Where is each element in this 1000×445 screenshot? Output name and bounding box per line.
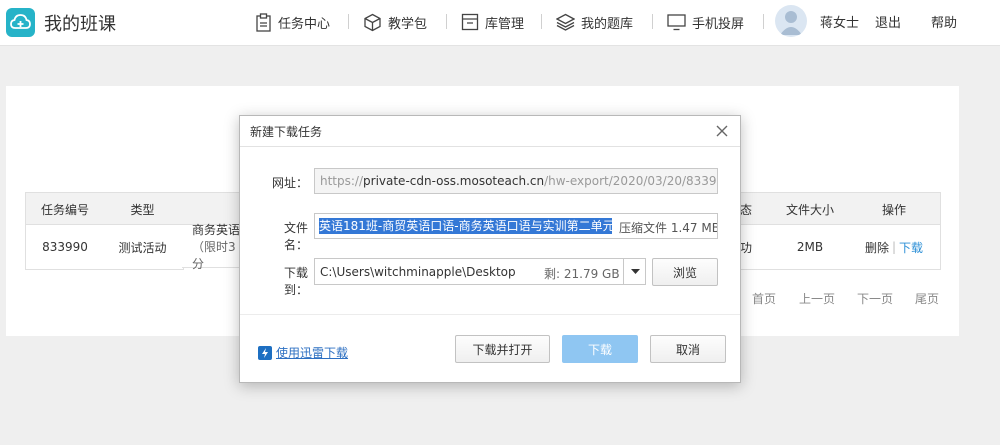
download-link[interactable]: 下载 xyxy=(899,239,923,256)
layers-icon xyxy=(556,13,575,31)
cloud-logo-icon[interactable] xyxy=(6,8,35,37)
col-header-actions: 操作 xyxy=(848,192,941,226)
url-path: /hw-export/2020/03/20/833990.z xyxy=(544,174,717,188)
nav-label: 手机投屏 xyxy=(692,16,745,32)
cell-task-name: 商务英语 （限时3分 xyxy=(182,222,242,271)
saveto-dropdown[interactable]: C:\Users\witchminapple\Desktop 剩: 21.79 … xyxy=(314,258,646,285)
cell-type: 测试活动 xyxy=(102,224,184,270)
nav-divider xyxy=(541,14,542,29)
dialog-divider xyxy=(240,146,740,147)
download-button[interactable]: 下载 xyxy=(562,335,638,363)
nav-label: 我的题库 xyxy=(581,16,634,32)
logout-link[interactable]: 退出 xyxy=(875,12,901,31)
col-header-type: 类型 xyxy=(102,192,184,226)
download-and-open-button[interactable]: 下载并打开 xyxy=(455,335,550,363)
clipboard-icon xyxy=(256,12,271,32)
cell-file-size: 2MB xyxy=(771,224,850,270)
nav-teaching-pack[interactable]: 教学包 xyxy=(363,12,427,32)
action-divider: | xyxy=(891,240,897,254)
dialog-divider xyxy=(240,314,740,315)
nav-divider xyxy=(348,14,349,29)
cell-status: 功 xyxy=(739,224,773,270)
nav-screen-cast[interactable]: 手机投屏 xyxy=(667,12,744,32)
nav-question-bank[interactable]: 我的题库 xyxy=(556,12,633,32)
page-first[interactable]: 首页 xyxy=(752,290,776,307)
filename-input[interactable]: 英语181班-商贸英语口语-商务英语口语与实训第二单元测 压缩文件 1.47 M… xyxy=(314,213,718,239)
saveto-path: C:\Users\witchminapple\Desktop xyxy=(320,265,516,279)
monitor-icon xyxy=(667,14,686,31)
delete-link[interactable]: 删除 xyxy=(865,239,889,256)
nav-divider xyxy=(652,14,653,29)
col-header-status: 态 xyxy=(739,192,773,226)
cell-actions: 删除 | 下载 xyxy=(848,224,941,270)
nav-divider xyxy=(446,14,447,29)
url-field[interactable]: https://private-cdn-oss.mosoteach.cn/hw-… xyxy=(314,168,718,194)
nav-label: 库管理 xyxy=(485,16,525,32)
box-icon xyxy=(364,13,381,31)
nav-label: 教学包 xyxy=(388,16,428,32)
thunder-download-link[interactable]: 使用迅雷下载 xyxy=(258,344,348,361)
close-icon[interactable] xyxy=(714,123,730,139)
saveto-label: 下载到： xyxy=(283,266,308,297)
url-prefix: https:// xyxy=(320,174,364,188)
browse-button[interactable]: 浏览 xyxy=(652,258,718,286)
url-label: 网址： xyxy=(271,176,308,190)
username[interactable]: 蒋女士 xyxy=(820,12,859,31)
url-domain: private-cdn-oss.mosoteach.cn xyxy=(363,174,545,188)
archive-icon xyxy=(461,13,479,31)
task-name-line: 商务英语 xyxy=(192,222,241,237)
nav-label: 任务中心 xyxy=(278,16,331,32)
help-link[interactable]: 帮助 xyxy=(931,12,957,31)
dialog-title: 新建下载任务 xyxy=(250,125,323,139)
filename-selected-text: 英语181班-商贸英语口语-商务英语口语与实训第二单元测 xyxy=(319,218,612,234)
avatar[interactable] xyxy=(775,5,807,37)
app-title: 我的班课 xyxy=(44,14,116,35)
cell-task-id: 833990 xyxy=(25,224,105,270)
thunder-link-text: 使用迅雷下载 xyxy=(276,346,349,360)
free-space: 剩: 21.79 GB xyxy=(544,267,620,281)
page-last[interactable]: 尾页 xyxy=(915,290,939,307)
nav-task-center[interactable]: 任务中心 xyxy=(255,12,330,32)
new-download-dialog: 新建下载任务 网址： https://private-cdn-oss.mosot… xyxy=(239,115,741,383)
page-next[interactable]: 下一页 xyxy=(857,290,893,307)
chevron-down-icon[interactable] xyxy=(623,259,645,284)
page-prev[interactable]: 上一页 xyxy=(799,290,835,307)
top-header: 我的班课 任务中心 教学包 库管理 我的题库 手机投屏 蒋女士 退出 帮助 xyxy=(0,0,1000,46)
file-type-size: 压缩文件 1.47 MB xyxy=(619,221,718,235)
col-header-file-size: 文件大小 xyxy=(771,192,850,226)
col-header-task-id: 任务编号 xyxy=(25,192,105,226)
filename-label: 文件名： xyxy=(283,221,308,252)
thunder-icon xyxy=(258,345,272,360)
nav-divider xyxy=(763,14,764,29)
task-name-line: （限时3分 xyxy=(192,239,236,271)
nav-library[interactable]: 库管理 xyxy=(461,12,524,32)
url-text: https://private-cdn-oss.mosoteach.cn/hw-… xyxy=(320,174,717,188)
cancel-button[interactable]: 取消 xyxy=(650,335,726,363)
